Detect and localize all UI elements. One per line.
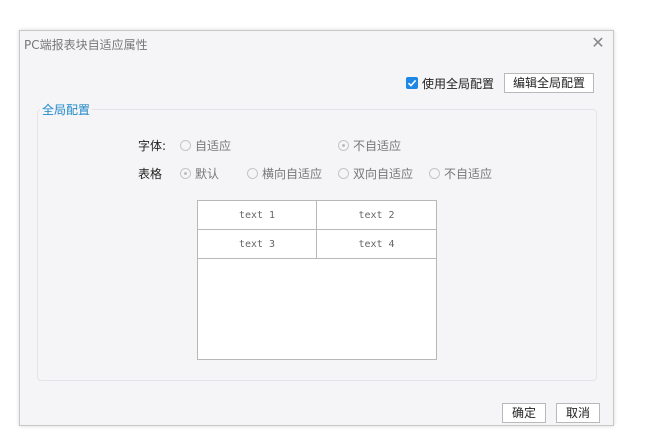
preview-cell: text 3 [198, 230, 317, 259]
radio-checked-icon[interactable] [180, 168, 191, 179]
font-radio-not-adaptive[interactable]: 不自适应 [338, 137, 401, 154]
adaptive-properties-dialog: PC端报表块自适应属性 ✕ 使用全局配置 编辑全局配置 全局配置 字体: 自适应… [19, 30, 614, 426]
preview-cell: text 2 [317, 201, 436, 230]
table-radio-default[interactable]: 默认 [180, 165, 219, 182]
radio-label: 自适应 [195, 139, 232, 153]
radio-checked-icon[interactable] [338, 140, 349, 151]
global-config-legend: 全局配置 [40, 101, 93, 118]
table-preview: text 1 text 2 text 3 text 4 [197, 200, 437, 360]
font-radio-adaptive[interactable]: 自适应 [180, 137, 231, 154]
cancel-button[interactable]: 取消 [556, 403, 600, 423]
preview-cell: text 1 [198, 201, 317, 230]
radio-label: 不自适应 [353, 139, 402, 153]
use-global-config-checkbox[interactable]: 使用全局配置 [406, 76, 495, 91]
radio-label: 默认 [195, 167, 220, 181]
use-global-config-label: 使用全局配置 [422, 76, 495, 91]
dialog-titlebar: PC端报表块自适应属性 ✕ [20, 31, 613, 55]
table-radio-horizontal[interactable]: 横向自适应 [247, 165, 322, 182]
table-row-label: 表格 [138, 167, 163, 181]
table-radio-bidirectional[interactable]: 双向自适应 [338, 165, 413, 182]
checkbox-checked-icon[interactable] [406, 77, 418, 89]
table-radio-not-adaptive[interactable]: 不自适应 [429, 165, 492, 182]
radio-icon[interactable] [180, 140, 191, 151]
radio-icon[interactable] [429, 168, 440, 179]
edit-global-config-button[interactable]: 编辑全局配置 [504, 73, 594, 93]
radio-label: 不自适应 [444, 167, 493, 181]
close-icon[interactable]: ✕ [589, 34, 607, 52]
font-row-label: 字体: [138, 139, 167, 153]
radio-icon[interactable] [247, 168, 258, 179]
dialog-title: PC端报表块自适应属性 [24, 38, 148, 52]
radio-label: 双向自适应 [353, 167, 414, 181]
ok-button[interactable]: 确定 [502, 403, 546, 423]
radio-label: 横向自适应 [262, 167, 323, 181]
preview-cell: text 4 [317, 230, 436, 259]
radio-icon[interactable] [338, 168, 349, 179]
